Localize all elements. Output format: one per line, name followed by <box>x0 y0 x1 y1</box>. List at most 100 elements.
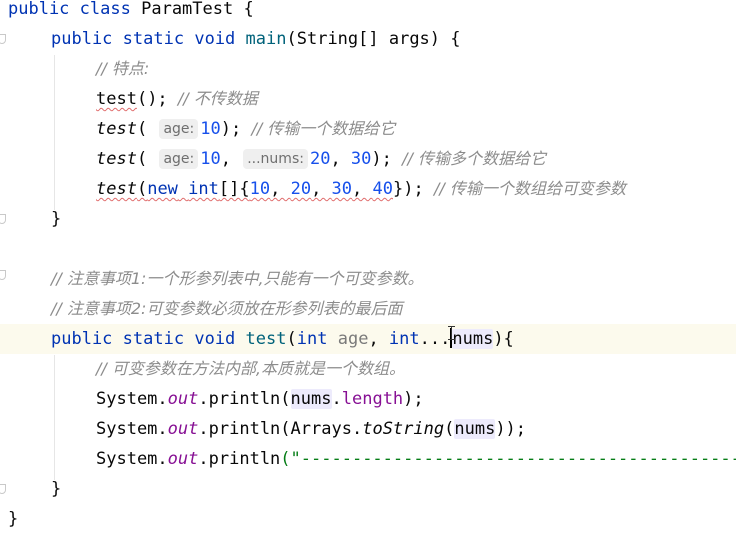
number-literal: 20 <box>309 149 331 169</box>
method-call: toString <box>362 419 445 439</box>
method-call: test <box>96 89 137 109</box>
code-comment: // 传输一个数据给它 <box>251 119 396 138</box>
keyword: int <box>188 179 219 199</box>
class-name: ParamTest <box>141 0 234 19</box>
parameter-hint: age: <box>159 149 199 169</box>
method-name: test <box>245 329 287 349</box>
punctuation: }); <box>393 179 434 199</box>
parameter-name: age <box>337 329 369 349</box>
method-call: println <box>208 389 281 409</box>
keyword: int <box>388 329 420 349</box>
code-comment: // 传输一个数组给可变参数 <box>433 179 626 198</box>
punctuation: (); <box>136 89 178 109</box>
keyword: new <box>147 179 178 199</box>
code-editor[interactable]: public class ParamTest { public static v… <box>0 0 736 534</box>
parameter-name-highlighted: nums <box>452 329 494 349</box>
method-call: println <box>208 419 281 439</box>
number-literal: 20 <box>290 179 312 199</box>
class-ref: Arrays <box>290 419 352 439</box>
punctuation: , <box>330 149 351 169</box>
fold-marker-icon[interactable] <box>0 214 6 224</box>
keyword: static <box>122 329 185 349</box>
code-line: } <box>51 474 736 504</box>
fold-marker-icon[interactable] <box>0 484 6 494</box>
number-literal: 30 <box>331 179 353 199</box>
varargs-dots: ... <box>419 329 451 349</box>
keyword: class <box>79 0 131 19</box>
fold-marker-icon[interactable] <box>0 270 6 280</box>
fold-marker-icon[interactable] <box>0 34 6 44</box>
method-call: test <box>96 179 137 199</box>
punctuation: , <box>270 179 291 199</box>
code-line: public static void main(String[] args) { <box>51 24 736 54</box>
string-literal: ----------------------------------------… <box>300 449 736 469</box>
code-line: // 注意事项2:可变参数必须放在形参列表的最后面 <box>51 294 736 324</box>
editor-gutter <box>0 0 8 534</box>
number-literal: 40 <box>372 179 393 199</box>
code-line: System.out.println(Arrays.toString(nums)… <box>96 419 527 439</box>
punctuation: ){ <box>493 329 514 349</box>
method-call: println <box>208 449 281 469</box>
punctuation: , <box>220 149 242 169</box>
number-literal: 10 <box>200 119 221 139</box>
parameter-hint: ...nums: <box>243 149 308 169</box>
code-line: // 可变参数在方法内部,本质就是一个数组。 <box>96 354 736 384</box>
punctuation: , <box>311 179 332 199</box>
code-comment: // 特点: <box>96 59 150 78</box>
class-ref: System <box>96 449 158 469</box>
punctuation: ); <box>371 149 403 169</box>
punctuation: ( <box>136 149 158 169</box>
class-ref: System <box>96 419 158 439</box>
static-field: out <box>167 449 199 469</box>
method-call: test <box>96 119 137 139</box>
code-line: test(new int[]{10, 20, 30, 40}); // 传输一个… <box>96 179 626 199</box>
keyword: void <box>194 29 236 49</box>
number-literal: 10 <box>249 179 271 199</box>
code-line: test( age: 10, ...nums: 20, 30); // 传输多个数据… <box>96 144 736 174</box>
keyword: int <box>296 329 328 349</box>
brace: { <box>243 0 254 19</box>
code-comment: // 注意事项1:一个形参列表中,只能有一个可变参数。 <box>51 269 424 288</box>
field-ref: length <box>341 389 404 409</box>
code-line: } <box>51 204 736 234</box>
code-comment: // 传输多个数据给它 <box>402 149 546 168</box>
brace: } <box>8 509 19 529</box>
code-line: // 注意事项1:一个形参列表中,只能有一个可变参数。 <box>51 264 736 294</box>
brace: } <box>51 209 62 229</box>
parameter-hint: age: <box>159 119 199 139</box>
code-comment: // 可变参数在方法内部,本质就是一个数组。 <box>96 359 405 378</box>
code-line: } <box>8 504 736 534</box>
indent-guide <box>54 355 55 480</box>
parameter-ref: nums <box>290 389 332 409</box>
code-comment: // 注意事项2:可变参数必须放在形参列表的最后面 <box>51 299 403 318</box>
method-call: test <box>96 149 137 169</box>
brace: } <box>51 479 62 499</box>
parameter-ref: nums <box>454 419 496 439</box>
code-line: System.out.println(nums.length); <box>96 389 424 409</box>
indent-guide <box>54 55 55 210</box>
number-literal: 30 <box>350 149 372 169</box>
keyword: public <box>51 29 113 49</box>
code-comment: // 不传数据 <box>177 89 258 108</box>
string-literal-start: (" <box>280 449 301 469</box>
code-line: System.out.println("--------------------… <box>96 444 736 474</box>
punctuation: , <box>368 329 389 349</box>
punctuation: , <box>352 179 373 199</box>
punctuation: ( <box>136 119 158 139</box>
method-name: main <box>245 29 287 49</box>
code-line: // 特点: <box>96 54 736 84</box>
static-field: out <box>167 419 199 439</box>
punctuation: []{ <box>218 179 250 199</box>
number-literal: 10 <box>200 149 221 169</box>
code-line: test(); // 不传数据 <box>96 84 736 114</box>
punctuation: ); <box>220 119 252 139</box>
method-params: (String[] args) { <box>286 29 461 49</box>
keyword: static <box>122 29 185 49</box>
keyword: public <box>8 0 70 19</box>
class-ref: System <box>96 389 158 409</box>
current-code-line[interactable]: public static void test(int age, int... n… <box>0 324 736 354</box>
mouse-ibeam-cursor-icon <box>448 326 455 340</box>
code-line: public class ParamTest { <box>8 0 736 24</box>
keyword: public <box>51 329 113 349</box>
keyword: void <box>194 329 236 349</box>
